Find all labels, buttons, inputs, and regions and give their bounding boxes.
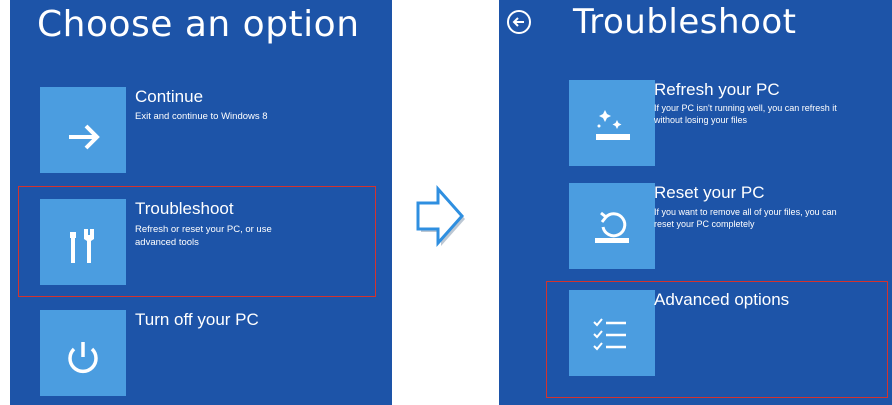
reset-pc-icon	[595, 211, 629, 243]
turn-off-tile[interactable]	[40, 310, 126, 396]
refresh-pc-icon	[596, 110, 630, 140]
option-title[interactable]: Continue	[135, 87, 203, 107]
choose-option-screen: Choose an option Continue Exit and conti…	[10, 0, 392, 405]
option-title[interactable]: Refresh your PC	[654, 80, 780, 100]
continue-tile[interactable]	[40, 87, 126, 173]
power-icon	[68, 342, 98, 374]
page-title: Choose an option	[37, 4, 360, 45]
option-description: Exit and continue to Windows 8	[135, 111, 268, 122]
option-title[interactable]: Reset your PC	[654, 183, 765, 203]
option-description: If your PC isn't running well, you can r…	[654, 103, 837, 125]
selection-highlight	[546, 281, 888, 398]
refresh-pc-tile[interactable]	[569, 80, 655, 166]
option-description: If you want to remove all of your files,…	[654, 207, 837, 229]
reset-pc-tile[interactable]	[569, 183, 655, 269]
troubleshoot-screen: Troubleshoot Refresh your PC If your PC …	[499, 0, 892, 405]
transition-arrow-icon	[416, 185, 465, 247]
option-title[interactable]: Turn off your PC	[135, 310, 259, 330]
arrow-right-icon	[69, 124, 100, 150]
back-arrow-icon[interactable]	[507, 10, 531, 34]
page-title: Troubleshoot	[573, 2, 797, 42]
selection-highlight	[18, 186, 376, 297]
